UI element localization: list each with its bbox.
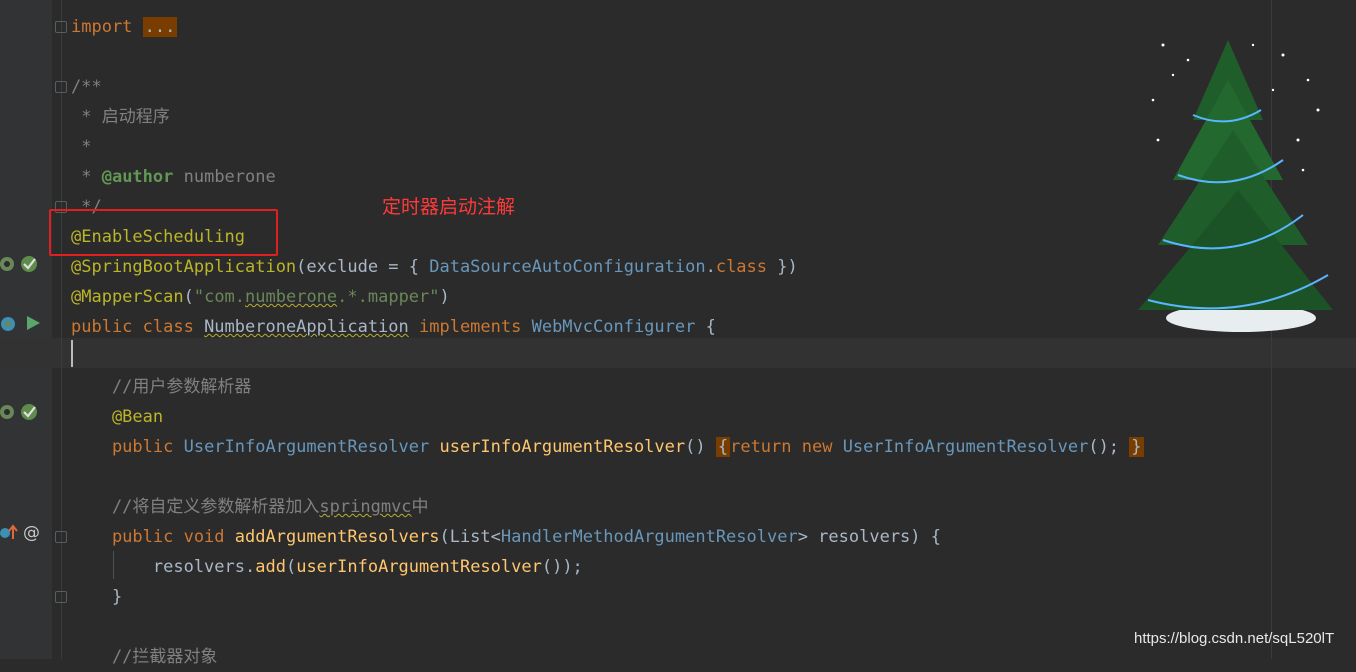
code-token: //拦截器对象: [71, 647, 218, 667]
code-token: @MapperScan: [71, 287, 184, 307]
code-token: *: [71, 137, 92, 157]
code-line[interactable]: @SpringBootApplication(exclude = { DataS…: [71, 252, 798, 282]
code-token: addArgumentResolvers: [234, 527, 440, 547]
current-line-highlight: [0, 338, 1356, 368]
code-token: .*.mapper": [337, 287, 440, 307]
code-token: numberone: [245, 287, 338, 307]
code-token: return new: [730, 437, 843, 457]
override-up-icon[interactable]: [0, 523, 18, 541]
code-line[interactable]: public class NumberoneApplication implem…: [71, 312, 716, 342]
spring-run-icon[interactable]: [0, 315, 18, 333]
at-icon[interactable]: @: [22, 523, 40, 541]
code-token: {: [715, 437, 731, 457]
code-token: DataSourceAutoConfiguration: [429, 257, 706, 277]
code-token: @Bean: [71, 407, 164, 427]
annotation-highlight-box: [49, 209, 278, 256]
code-token: .: [705, 257, 716, 277]
code-token: @author: [101, 167, 174, 187]
code-token: (: [285, 557, 297, 577]
code-line[interactable]: //拦截器对象: [71, 642, 217, 672]
code-token: public class: [71, 317, 205, 337]
bean-icon-2[interactable]: [0, 403, 18, 421]
code-line[interactable]: }: [71, 582, 122, 612]
code-token: @SpringBootApplication: [71, 257, 297, 277]
code-token: *: [71, 167, 102, 187]
code-line[interactable]: *: [71, 132, 91, 162]
code-line[interactable]: @Bean: [71, 402, 163, 432]
run-arrow-icon[interactable]: [24, 314, 42, 332]
code-token: UserInfoArgumentResolver: [842, 437, 1089, 457]
code-line[interactable]: //用户参数解析器: [71, 372, 251, 402]
code-token: implements: [408, 317, 532, 337]
christmas-tree-image: [1138, 40, 1333, 332]
code-line[interactable]: resolvers.add(userInfoArgumentResolver()…: [71, 552, 583, 582]
code-token: import: [71, 17, 143, 37]
code-token: }): [767, 257, 798, 277]
code-token: resolvers.: [71, 557, 256, 577]
code-token: ...: [142, 17, 178, 37]
code-token: (exclude = {: [296, 257, 430, 277]
code-line[interactable]: import ...: [71, 12, 178, 42]
code-token: ): [439, 287, 450, 307]
code-token: class: [715, 257, 768, 277]
code-token: HandlerMethodArgumentResolver: [500, 527, 798, 547]
code-token: (List<: [439, 527, 501, 547]
code-line[interactable]: /**: [71, 72, 102, 102]
svg-text:@: @: [23, 523, 40, 541]
annotation-label: 定时器启动注解: [382, 196, 516, 218]
code-line[interactable]: public UserInfoArgumentResolver userInfo…: [71, 432, 1144, 462]
code-token: NumberoneApplication: [204, 317, 409, 337]
fold-marker-doc[interactable]: [55, 81, 67, 93]
code-line[interactable]: public void addArgumentResolvers(List<Ha…: [71, 522, 941, 552]
code-token: //将自定义参数解析器加入: [71, 497, 320, 517]
code-token: > resolvers) {: [797, 527, 941, 547]
spring-check-icon-2[interactable]: [20, 403, 38, 421]
code-token: }: [71, 587, 123, 607]
code-token: ());: [541, 557, 583, 577]
code-token: userInfoArgumentResolver: [439, 437, 686, 457]
fold-guide: [61, 0, 62, 659]
text-caret: [71, 340, 73, 367]
code-token: //用户参数解析器: [71, 377, 252, 397]
code-token: ();: [1088, 437, 1130, 457]
fold-marker-method-end[interactable]: [55, 591, 67, 603]
code-token: public: [71, 437, 184, 457]
code-token: {: [695, 317, 716, 337]
code-token: /**: [71, 77, 102, 97]
code-token: userInfoArgumentResolver: [296, 557, 542, 577]
code-token: numberone: [173, 167, 276, 187]
code-token: public void: [71, 527, 235, 547]
code-token: (): [685, 437, 716, 457]
code-token: WebMvcConfigurer: [531, 317, 696, 337]
code-token: (: [183, 287, 194, 307]
fold-marker-import[interactable]: [55, 21, 67, 33]
fold-marker-method[interactable]: [55, 531, 67, 543]
code-token: 中: [411, 497, 429, 517]
code-token: * 启动程序: [71, 107, 170, 127]
spring-check-icon[interactable]: [20, 255, 38, 273]
code-line[interactable]: @MapperScan("com.numberone.*.mapper"): [71, 282, 450, 312]
code-token: springmvc: [319, 497, 412, 517]
code-line[interactable]: //将自定义参数解析器加入springmvc中: [71, 492, 429, 522]
code-token: }: [1129, 437, 1144, 457]
code-token: "com.: [193, 287, 246, 307]
code-token: UserInfoArgumentResolver: [183, 437, 430, 457]
code-line[interactable]: * 启动程序: [71, 102, 170, 132]
code-line[interactable]: * @author numberone: [71, 162, 276, 192]
code-token: add: [255, 557, 286, 577]
watermark: https://blog.csdn.net/sqL520lT: [1134, 630, 1335, 647]
code-editor[interactable]: @ import ... /** * 启动程序 * * @author numbe…: [0, 0, 1356, 667]
bean-icon[interactable]: [0, 255, 18, 273]
